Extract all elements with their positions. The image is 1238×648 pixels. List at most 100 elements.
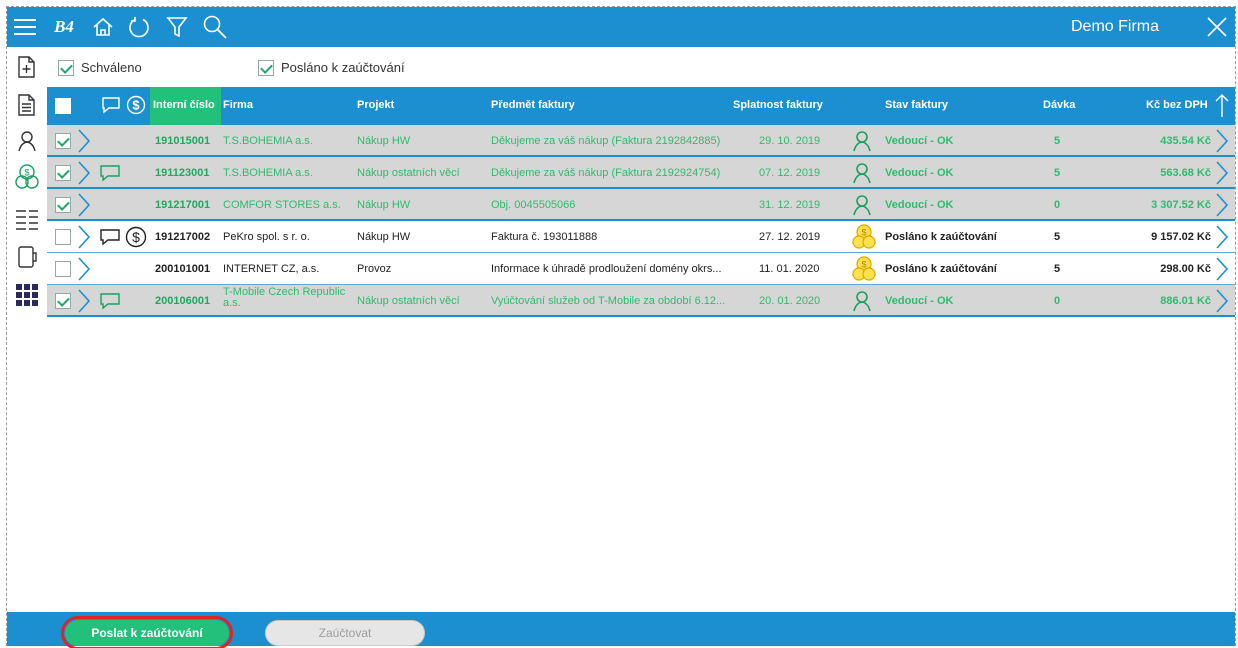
comment-icon[interactable] [99, 164, 121, 185]
sidebar: $ [7, 47, 47, 612]
table-row[interactable]: 200101001 INTERNET CZ, a.s. Provoz Informac… [47, 253, 1235, 285]
apps-grid-icon[interactable] [13, 281, 41, 309]
table-header: $ Interní číslo Firma Projekt Předmět fa… [47, 87, 1235, 125]
close-icon[interactable] [1203, 13, 1231, 41]
app-logo[interactable]: B4 [47, 13, 81, 41]
header-firma[interactable]: Firma [223, 99, 253, 111]
header-projekt[interactable]: Projekt [357, 99, 394, 111]
expand-chevron-icon[interactable] [77, 160, 91, 189]
table-row[interactable]: 191015001 T.S.BOHEMIA a.s. Nákup HW Děkujem… [47, 125, 1235, 157]
coins-icon: $ [851, 224, 877, 253]
top-bar: B4 Demo Firma [7, 7, 1235, 47]
post-button[interactable]: Zaúčtovat [265, 620, 425, 646]
person-icon [851, 194, 873, 219]
cell-firma: T.S.BOHEMIA a.s. [223, 135, 313, 147]
document-icon[interactable] [13, 91, 41, 119]
row-detail-chevron-icon[interactable] [1215, 288, 1229, 317]
cell-firma: INTERNET CZ, a.s. [223, 263, 320, 275]
row-checkbox[interactable] [55, 133, 71, 149]
cell-castka: 435.54 Kč [1160, 135, 1211, 147]
send-to-accounting-button[interactable]: Poslat k zaúčtování [61, 616, 233, 648]
schvaleno-checkbox[interactable] [58, 60, 74, 76]
cell-projekt: Nákup ostatních věcí [357, 167, 460, 179]
cell-splatnost: 27. 12. 2019 [759, 231, 821, 243]
dollar-header-icon[interactable]: $ [126, 95, 146, 118]
comment-icon[interactable] [99, 292, 121, 313]
cell-firma: T-Mobile Czech Republic a.s. [223, 287, 346, 309]
refresh-icon[interactable] [125, 13, 153, 41]
coins-icon[interactable]: $ [13, 163, 41, 191]
cell-interni: 200106001 [155, 295, 211, 307]
header-davka[interactable]: Dávka [1043, 99, 1075, 111]
svg-text:$: $ [24, 168, 29, 178]
header-splatnost[interactable]: Splatnost faktury [733, 99, 823, 111]
expand-chevron-icon[interactable] [77, 256, 91, 285]
table-row[interactable]: 200106001 T-Mobile Czech Republic a.s. Nák… [47, 285, 1235, 317]
cell-stav: Vedoucí - OK [885, 167, 954, 179]
cell-splatnost: 31. 12. 2019 [759, 199, 821, 211]
cell-davka: 5 [1054, 167, 1061, 179]
comment-icon[interactable] [99, 228, 121, 249]
cell-interni: 191217001 [155, 199, 211, 211]
row-checkbox[interactable] [55, 229, 71, 245]
svg-text:$: $ [132, 229, 140, 245]
comment-header-icon[interactable] [101, 96, 121, 117]
header-stav[interactable]: Stav faktury [885, 99, 948, 111]
dollar-icon[interactable]: $ [125, 226, 147, 251]
sort-up-icon[interactable] [1214, 93, 1230, 122]
cell-predmet: Děkujeme za váš nákup (Faktura 219284288… [491, 135, 721, 147]
person-icon [851, 162, 873, 187]
cell-davka: 5 [1054, 231, 1061, 243]
new-document-icon[interactable] [13, 53, 41, 81]
table-row[interactable]: 191217001 COMFOR STORES a.s. Nákup HW Obj. … [47, 189, 1235, 221]
row-detail-chevron-icon[interactable] [1215, 192, 1229, 221]
cell-stav: Vedoucí - OK [885, 199, 954, 211]
cell-stav: Vedoucí - OK [885, 295, 954, 307]
row-detail-chevron-icon[interactable] [1215, 224, 1229, 253]
table-row[interactable]: 191123001 T.S.BOHEMIA a.s. Nákup ostatních… [47, 157, 1235, 189]
book-icon[interactable] [13, 243, 41, 271]
table-row[interactable]: $191217002 PeKro spol. s r. o. Nákup HW Fak… [47, 221, 1235, 253]
expand-chevron-icon[interactable] [77, 192, 91, 221]
cell-stav: Vedoucí - OK [885, 135, 954, 147]
row-detail-chevron-icon[interactable] [1215, 256, 1229, 285]
cell-davka: 0 [1054, 295, 1061, 307]
cell-firma: PeKro spol. s r. o. [223, 231, 310, 243]
row-checkbox[interactable] [55, 165, 71, 181]
schvaleno-label[interactable]: Schváleno [81, 60, 142, 75]
poslano-checkbox[interactable] [258, 60, 274, 76]
select-all-checkbox[interactable] [55, 98, 71, 114]
row-checkbox[interactable] [55, 197, 71, 213]
row-checkbox[interactable] [55, 261, 71, 277]
expand-chevron-icon[interactable] [77, 288, 91, 317]
company-name[interactable]: Demo Firma [1071, 18, 1159, 36]
filter-icon[interactable] [163, 13, 191, 41]
search-icon[interactable] [201, 13, 229, 41]
cell-splatnost: 29. 10. 2019 [759, 135, 821, 147]
cell-projekt: Nákup HW [357, 135, 411, 147]
header-interni[interactable]: Interní číslo [153, 99, 215, 111]
svg-text:$: $ [861, 260, 866, 270]
table-body: 191015001 T.S.BOHEMIA a.s. Nákup HW Děkujem… [47, 125, 1235, 317]
row-detail-chevron-icon[interactable] [1215, 128, 1229, 157]
cell-firma: COMFOR STORES a.s. [223, 199, 341, 211]
row-detail-chevron-icon[interactable] [1215, 160, 1229, 189]
cell-predmet: Vyúčtování služeb od T-Mobile za období … [491, 295, 726, 307]
expand-chevron-icon[interactable] [77, 128, 91, 157]
coins-icon: $ [851, 256, 877, 285]
cell-predmet: Děkujeme za váš nákup (Faktura 219292475… [491, 167, 721, 179]
home-icon[interactable] [89, 13, 117, 41]
header-predmet[interactable]: Předmět faktury [491, 99, 575, 111]
cell-predmet: Obj. 0045505066 [491, 199, 576, 211]
row-checkbox[interactable] [55, 293, 71, 309]
list-icon[interactable] [13, 205, 41, 233]
logo-text: B4 [54, 17, 74, 36]
header-castka[interactable]: Kč bez DPH [1146, 99, 1208, 111]
poslano-label[interactable]: Posláno k zaúčtování [281, 60, 405, 75]
cell-castka: 3 307.52 Kč [1151, 199, 1211, 211]
expand-chevron-icon[interactable] [77, 224, 91, 253]
invoice-table: $ Interní číslo Firma Projekt Předmět fa… [47, 87, 1235, 317]
menu-icon[interactable] [11, 13, 39, 41]
person-icon[interactable] [13, 127, 41, 155]
cell-splatnost: 07. 12. 2019 [759, 167, 821, 179]
